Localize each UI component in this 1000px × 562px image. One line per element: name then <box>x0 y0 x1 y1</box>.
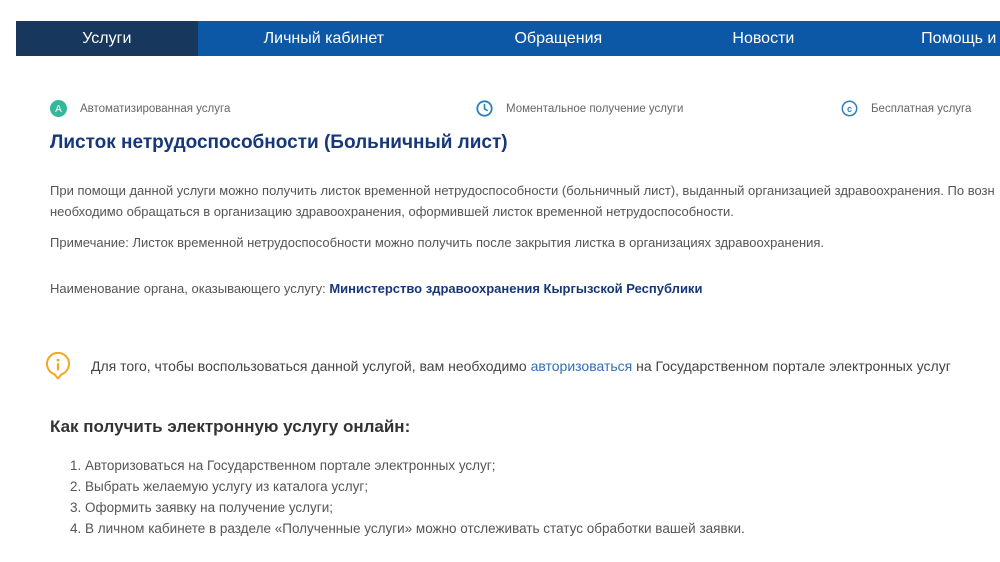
svg-text:с: с <box>847 104 852 114</box>
svg-text:A: A <box>55 104 62 115</box>
clock-icon <box>476 100 493 117</box>
service-organization: Наименование органа, оказывающего услугу… <box>50 281 702 296</box>
description-line: При помощи данной услуги можно получить … <box>50 183 995 198</box>
feature-label: Бесплатная услуга <box>871 102 972 115</box>
steps-list: 1. Авторизоваться на Государственном пор… <box>70 455 745 539</box>
feature-label: Моментальное получение услуги <box>506 102 684 115</box>
nav-item-help[interactable]: Помощь и <box>860 21 1000 56</box>
page-title: Листок нетрудоспособности (Больничный ли… <box>50 132 508 153</box>
step-item: 4. В личном кабинете в разделе «Полученн… <box>70 521 745 536</box>
currency-circle-icon: с <box>841 100 858 117</box>
auth-notice: Для того, чтобы воспользоваться данной у… <box>45 352 951 380</box>
org-label: Наименование органа, оказывающего услугу… <box>50 281 330 296</box>
auth-text-after: на Государственном портале электронных у… <box>632 358 951 374</box>
org-name: Министерство здравоохранения Кыргызской … <box>329 281 703 296</box>
feature-free: с Бесплатная услуга <box>841 100 971 117</box>
auth-text-before: Для того, чтобы воспользоваться данной у… <box>91 358 531 374</box>
feature-automated: A Автоматизированная услуга <box>50 100 230 117</box>
service-note: Примечание: Листок временной нетрудоспос… <box>50 235 825 250</box>
how-to-title: Как получить электронную услугу онлайн: <box>50 417 411 436</box>
nav-item-news[interactable]: Новости <box>667 21 861 56</box>
nav-item-services[interactable]: Услуги <box>16 21 198 56</box>
auth-link[interactable]: авторизоваться <box>531 358 633 374</box>
step-item: 2. Выбрать желаемую услугу из каталога у… <box>70 479 369 494</box>
letter-a-circle-icon: A <box>50 100 67 117</box>
nav-item-appeals[interactable]: Обращения <box>450 21 667 56</box>
step-item: 1. Авторизоваться на Государственном пор… <box>70 458 496 473</box>
service-features: A Автоматизированная услуга Моментальное… <box>50 100 1000 120</box>
description-line: необходимо обращаться в организацию здра… <box>50 203 734 219</box>
service-description: При помощи данной услуги можно получить … <box>50 181 1000 222</box>
auth-notice-text: Для того, чтобы воспользоваться данной у… <box>91 358 951 374</box>
step-item: 3. Оформить заявку на получение услуги; <box>70 500 334 515</box>
feature-label: Автоматизированная услуга <box>80 102 231 115</box>
info-icon <box>46 352 70 380</box>
main-nav: Услуги Личный кабинет Обращения Новости … <box>16 21 1000 56</box>
feature-instant: Моментальное получение услуги <box>476 100 683 117</box>
nav-item-personal-account[interactable]: Личный кабинет <box>198 21 450 56</box>
